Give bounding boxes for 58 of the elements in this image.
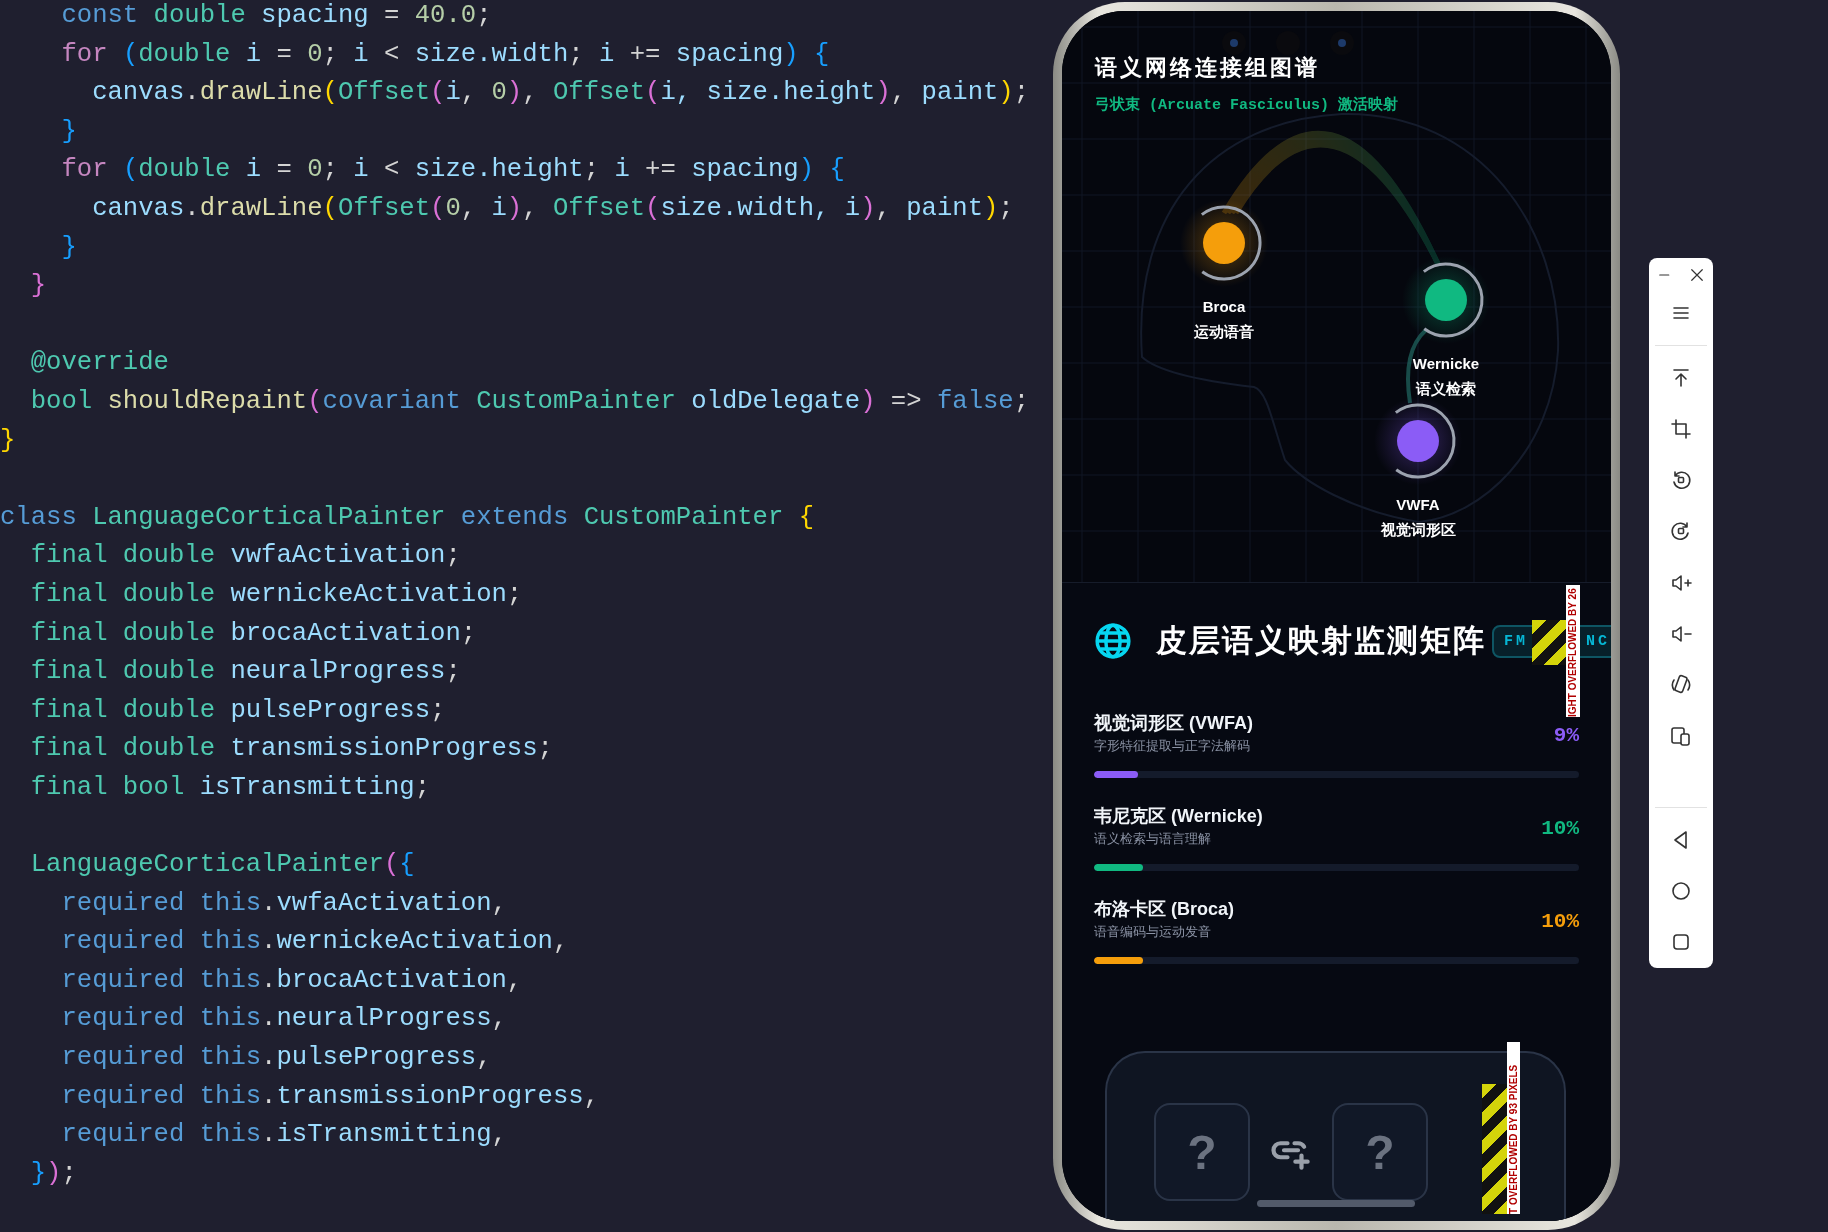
region-reading: 10%: [1541, 910, 1579, 933]
overflow-stripe: [1532, 620, 1566, 665]
region-reading: 10%: [1541, 817, 1579, 840]
code-line: }: [60, 115, 77, 148]
node-label: 语义检索: [1416, 380, 1476, 398]
code-line: final double brocaActivation;: [29, 617, 477, 650]
code-line: bool shouldRepaint(covariant CustomPainter oldDelegate) => false;: [29, 385, 1030, 418]
code-line: required this.transmissionProgress,: [60, 1080, 599, 1113]
code-line: required this.pulseProgress,: [60, 1042, 492, 1075]
code-line: final double wernickeActivation;: [29, 578, 523, 611]
unknown-slot[interactable]: ?: [1332, 1103, 1428, 1201]
graph-title: 语义网络连接组图谱: [1095, 54, 1320, 82]
region-name: 视觉词形区 (VWFA): [1094, 712, 1253, 735]
camera-icon: [1330, 31, 1354, 55]
unknown-slot[interactable]: ?: [1154, 1103, 1250, 1201]
code-line: class LanguageCorticalPainter extends CustomPainter {: [0, 501, 815, 534]
node-label: 视觉词形区: [1380, 521, 1456, 539]
node-label: 运动语音: [1194, 323, 1254, 341]
code-line: @override: [29, 347, 169, 380]
node-name: Broca: [1202, 298, 1246, 315]
code-line: LanguageCorticalPainter({: [29, 849, 415, 882]
code-line: canvas.drawLine(Offset(0, i), Offset(size.width, i), paint);: [91, 192, 1014, 225]
code-line: const double spacing = 40.0;: [60, 0, 492, 32]
code-line: required this.isTransmitting,: [60, 1119, 507, 1152]
region-description: 字形特征提取与正字法解码: [1094, 737, 1251, 755]
code-line: final double vwfaActivation;: [29, 540, 461, 573]
code-line: final bool isTransmitting;: [29, 771, 431, 804]
code-line: for (double i = 0; i < size.height; i += spacing) {: [60, 154, 845, 187]
region-reading: 9%: [1553, 724, 1579, 747]
badge-text: FM: [1504, 632, 1528, 650]
overflow-warning: IGHT OVERFLOWED BY 26: [1566, 585, 1580, 717]
code-line: for (double i = 0; i < size.width; i += spacing) {: [60, 38, 830, 71]
code-line: required this.neuralProgress,: [60, 1003, 507, 1036]
code-line: }: [0, 424, 16, 457]
crop-icon[interactable]: [1669, 416, 1693, 441]
code-line: }: [60, 231, 77, 264]
code-line: required this.wernickeActivation,: [60, 926, 569, 959]
monitor-title: 皮层语义映射监测矩阵: [1156, 622, 1486, 660]
node-name: Wernicke: [1412, 355, 1480, 372]
region-description: 语义检索与语言理解: [1094, 830, 1212, 848]
code-line: });: [29, 1157, 77, 1190]
badge-text: NC: [1586, 632, 1611, 650]
node-name: VWFA: [1396, 496, 1440, 513]
overflow-warning: T OVERFLOWED BY 93 PIXELS: [1507, 1042, 1520, 1214]
region-name: 韦尼克区 (Wernicke): [1094, 805, 1263, 828]
region-name: 布洛卡区 (Broca): [1094, 898, 1234, 921]
code-line: }: [29, 270, 47, 303]
code-line: required this.brocaActivation,: [60, 964, 523, 997]
region-description: 语音编码与运动发音: [1094, 923, 1212, 941]
code-line: final double pulseProgress;: [29, 694, 446, 727]
globe-icon: [1094, 622, 1132, 660]
code-line: final double neuralProgress;: [29, 656, 461, 689]
code-line: final double transmissionProgress;: [29, 733, 553, 766]
camera-icon: [1222, 31, 1246, 55]
graph-subtitle: 弓状束 (Arcuate Fasciculus) 激活映射: [1095, 95, 1399, 114]
code-line: required this.vwfaActivation,: [60, 887, 507, 920]
devices-icon[interactable]: [1669, 724, 1693, 749]
code-line: canvas.drawLine(Offset(i, 0), Offset(i, size.height), paint);: [91, 77, 1030, 110]
